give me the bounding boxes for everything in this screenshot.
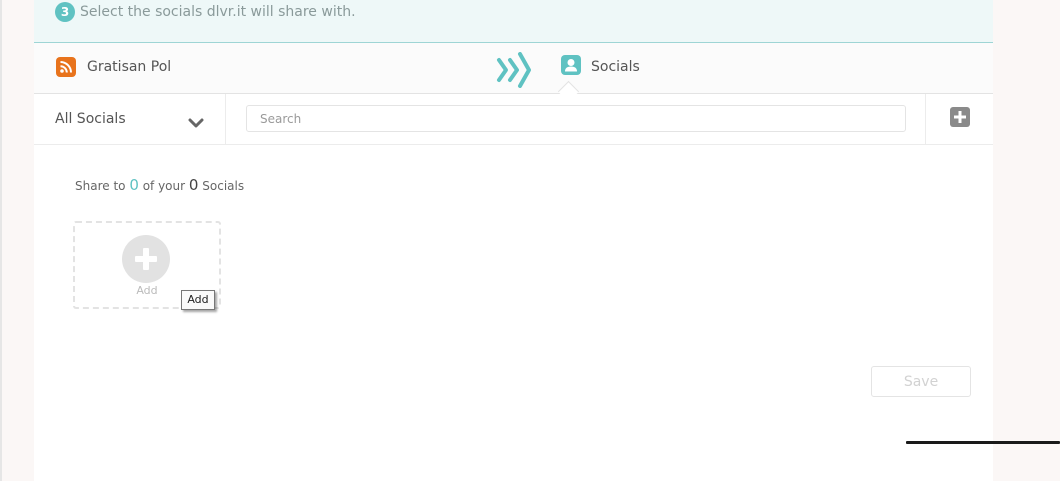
chevron-down-icon <box>188 114 204 128</box>
step-banner: 3 Select the socials dlvr.it will share … <box>34 0 993 43</box>
source-feed-name: Gratisan Pol <box>87 59 172 75</box>
user-icon <box>561 55 581 75</box>
share-prefix: Share to <box>75 179 126 193</box>
double-chevron-right-icon <box>496 52 532 88</box>
rss-icon <box>56 57 76 77</box>
window-edge-line <box>906 441 1060 444</box>
share-suffix: Socials <box>202 179 245 193</box>
share-middle: of your <box>142 179 186 193</box>
plus-circle-icon <box>122 235 170 283</box>
selected-socials-count: 0 <box>129 176 139 194</box>
filter-bar: All Socials <box>34 94 993 145</box>
add-tooltip: Add <box>181 290 215 310</box>
window-edge <box>0 0 2 481</box>
step-instruction: Select the socials dlvr.it will share wi… <box>80 4 356 20</box>
flow-bar: Gratisan Pol Socials <box>34 43 993 103</box>
total-socials-count: 0 <box>188 176 199 194</box>
add-social-button[interactable] <box>925 94 994 144</box>
save-button[interactable]: Save <box>871 366 971 397</box>
socials-step-label: Socials <box>591 59 640 75</box>
share-summary: Share to 0 of your 0 Socials <box>75 176 244 195</box>
plus-square-icon <box>950 107 970 127</box>
socials-panel: 3 Select the socials dlvr.it will share … <box>34 0 993 481</box>
socials-filter-dropdown[interactable]: All Socials <box>34 94 226 144</box>
filter-selected-value: All Socials <box>55 111 126 127</box>
search-input[interactable] <box>246 105 906 132</box>
step-number-badge: 3 <box>55 2 75 22</box>
